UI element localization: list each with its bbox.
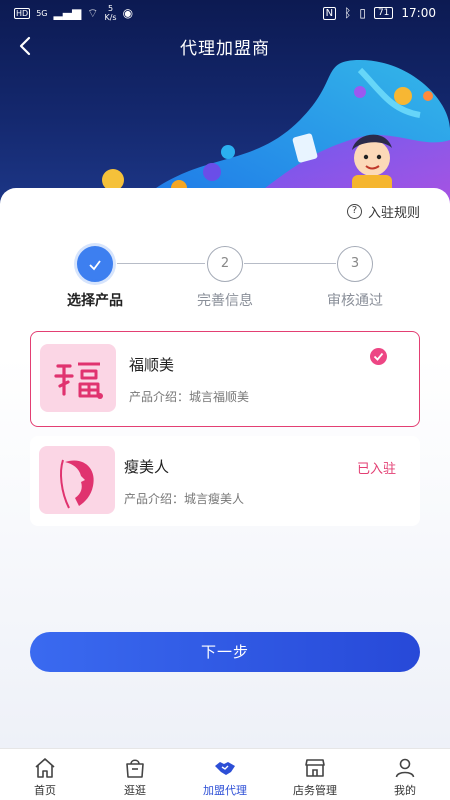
vibrate-icon: ▯ (359, 6, 366, 20)
product-name: 福顺美 (129, 356, 175, 374)
fushunmei-logo (40, 344, 116, 412)
product-name: 瘦美人 (124, 458, 170, 476)
next-step-button[interactable]: 下一步 (30, 632, 420, 672)
step-2-circle: 2 (207, 246, 243, 282)
network-speed-value: 5 (107, 4, 114, 13)
tab-label: 逛逛 (124, 784, 146, 797)
bottom-tab-bar: 首页 逛逛 加盟代理 店务管理 我的 (0, 748, 450, 800)
back-arrow-icon (19, 36, 31, 56)
tab-franchise[interactable]: 加盟代理 (180, 749, 270, 800)
nav-bar: 代理加盟商 (0, 28, 450, 64)
step-2-label: 完善信息 (197, 293, 253, 309)
network-speed: 5 K/s (104, 4, 116, 22)
step-divider (117, 263, 205, 264)
selected-check-icon (370, 348, 387, 365)
step-3-label: 审核通过 (327, 293, 383, 309)
join-rules-link[interactable]: ? 入驻规则 (346, 202, 420, 221)
tab-label: 首页 (34, 784, 56, 797)
step-3-circle: 3 (337, 246, 373, 282)
status-bar: HD 5G ▂▄▆ ⌔ 5 K/s ◉ N ᛒ ▯ 71 17:00 (0, 0, 450, 26)
signal-icon: ▂▄▆ (53, 6, 82, 20)
step-indicator: 2 3 选择产品 完善信息 审核通过 (0, 246, 450, 309)
join-rules-label: 入驻规则 (367, 206, 420, 221)
home-icon (35, 758, 55, 778)
step-1-label: 选择产品 (67, 293, 123, 309)
product-card-fushunmei[interactable]: 福顺美 产品介绍：城言福顺美 (30, 331, 420, 427)
step-1-circle (77, 246, 113, 282)
tab-mine[interactable]: 我的 (360, 749, 450, 800)
product-intro: 产品介绍：城言瘦美人 (124, 492, 245, 506)
user-icon (395, 758, 415, 778)
nfc-icon: N (322, 6, 337, 20)
check-icon (89, 260, 101, 271)
store-icon (305, 759, 325, 777)
network-type: HD (14, 7, 31, 19)
step-divider (244, 263, 336, 264)
eye-icon: ◉ (122, 6, 134, 20)
shoumeiren-logo (39, 446, 115, 514)
woman-silhouette-icon (47, 450, 107, 510)
page-title: 代理加盟商 (180, 38, 270, 59)
battery-indicator: 71 (373, 7, 394, 19)
join-card: ? 入驻规则 2 3 选择产品 完善信息 审核通过 福顺美 产品介绍：城言福顺美 (0, 188, 450, 748)
network-speed-unit: K/s (104, 13, 117, 22)
back-button[interactable] (14, 34, 38, 58)
shopping-bag-icon (126, 759, 144, 778)
handshake-icon (215, 762, 235, 775)
product-card-shoumeiren[interactable]: 瘦美人 产品介绍：城言瘦美人 已入驻 (30, 436, 420, 526)
tab-label: 店务管理 (293, 784, 337, 797)
bluetooth-icon: ᛒ (344, 6, 352, 20)
clock: 17:00 (401, 6, 436, 20)
product-intro: 产品介绍：城言福顺美 (129, 390, 250, 404)
tab-store-manage[interactable]: 店务管理 (270, 749, 360, 800)
signal-gen-label: 5G (36, 8, 48, 18)
tab-label: 我的 (394, 784, 416, 797)
joined-badge: 已入驻 (356, 462, 396, 477)
fu-seal-icon (50, 350, 106, 406)
tab-label: 加盟代理 (203, 784, 247, 797)
header-banner: HD 5G ▂▄▆ ⌔ 5 K/s ◉ N ᛒ ▯ 71 17:00 代理加盟商 (0, 0, 450, 210)
wifi-icon: ⌔ (87, 5, 99, 20)
tab-home[interactable]: 首页 (0, 749, 90, 800)
tab-browse[interactable]: 逛逛 (90, 749, 180, 800)
help-circle-icon: ? (346, 204, 362, 219)
